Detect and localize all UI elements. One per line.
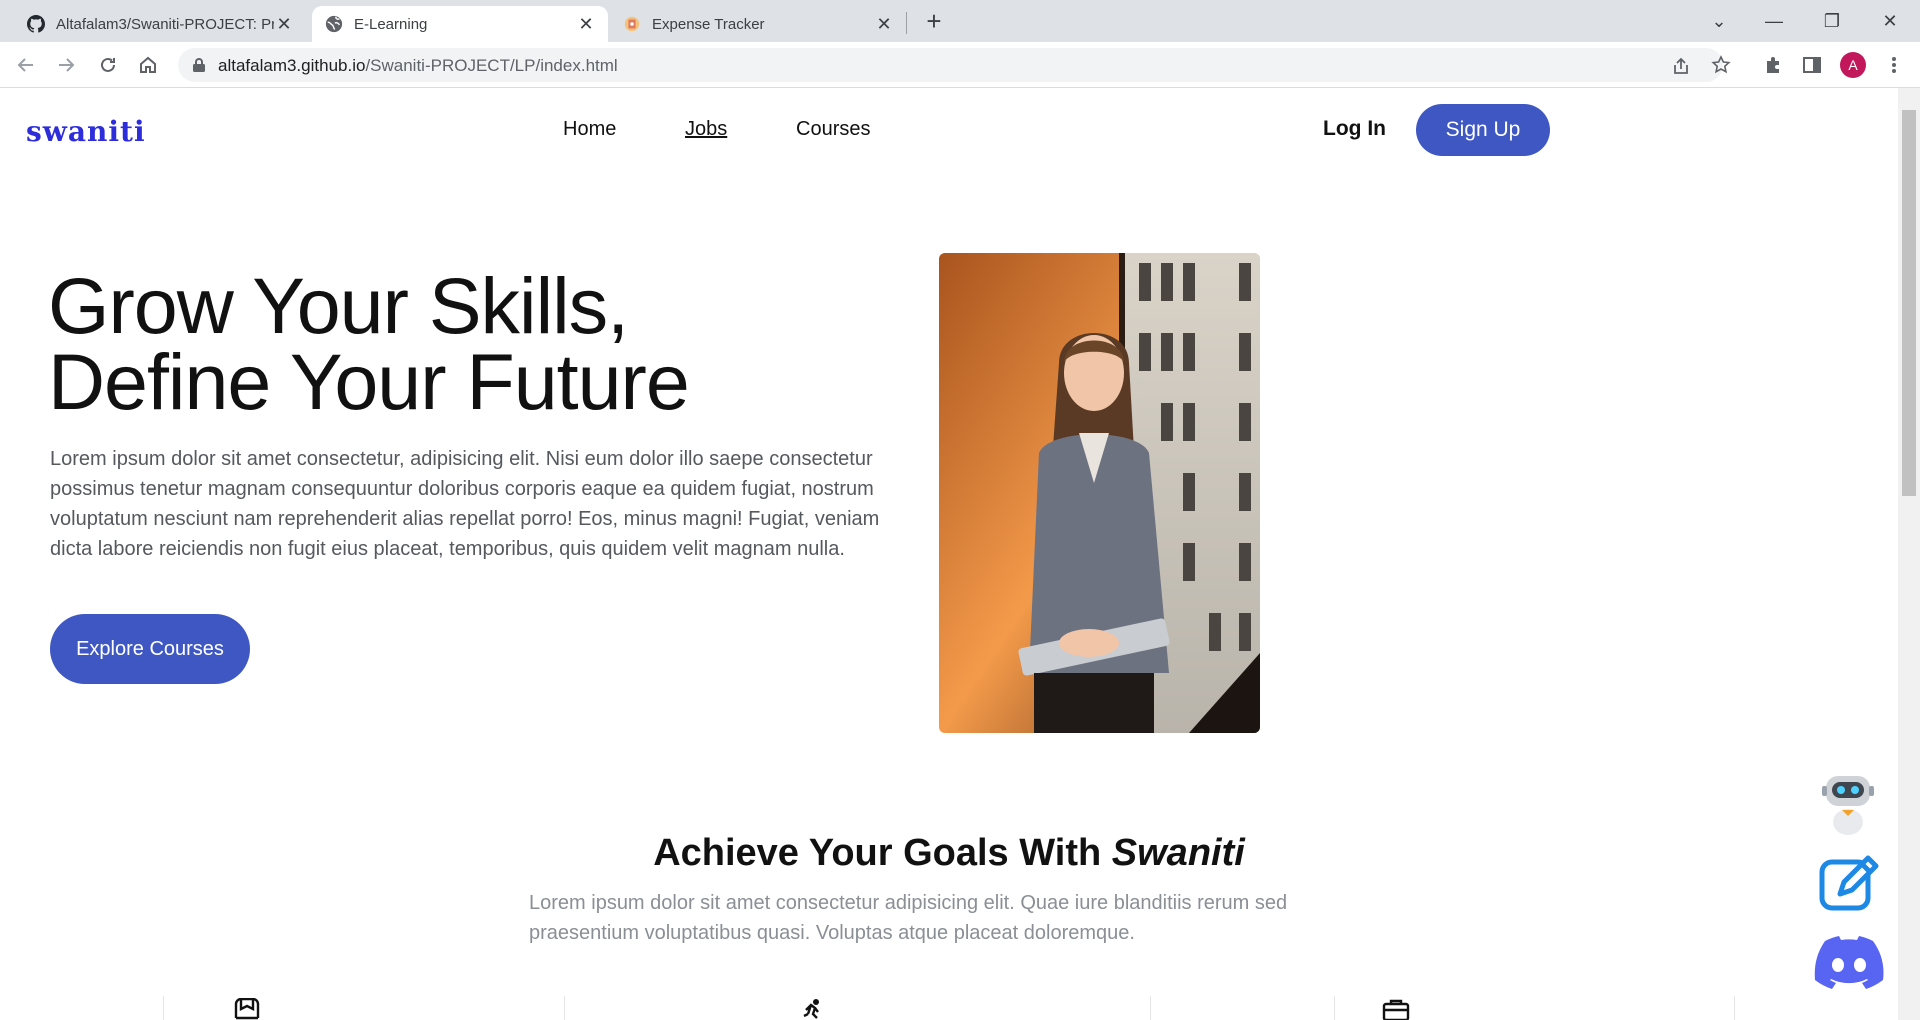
site-logo[interactable]: swaniti	[26, 115, 146, 148]
page-scrollbar[interactable]	[1898, 88, 1920, 1020]
book-icon	[234, 998, 260, 1020]
address-bar[interactable]: altafalam3.github.io/Swaniti-PROJECT/LP/…	[178, 48, 1731, 82]
goals-description: Lorem ipsum dolor sit amet consectetur a…	[529, 892, 1288, 944]
edit-note-button[interactable]	[1816, 852, 1880, 921]
discord-button[interactable]	[1814, 936, 1884, 995]
reload-icon	[101, 57, 115, 72]
hero-photo	[939, 253, 1260, 733]
back-arrow-icon	[17, 58, 33, 72]
goals-heading-brand: Swaniti	[1111, 832, 1245, 874]
feature-divider	[564, 996, 565, 1020]
edit-note-icon	[1819, 855, 1879, 911]
tab-search-icon[interactable]: ⌄	[1697, 6, 1741, 36]
url-host: altafalam3.github.io	[218, 56, 366, 75]
goals-heading-text: Achieve Your Goals With	[653, 832, 1112, 874]
home-button[interactable]	[134, 51, 162, 79]
github-icon	[26, 14, 46, 34]
forward-button[interactable]	[52, 51, 80, 79]
feature-divider	[1150, 996, 1151, 1020]
chrome-menu-button[interactable]	[1880, 51, 1908, 79]
side-panel-button[interactable]	[1798, 51, 1826, 79]
hero-title: Grow Your Skills, Define Your Future	[48, 266, 690, 421]
url-path: /Swaniti-PROJECT/LP/index.html	[365, 56, 618, 75]
nav-courses[interactable]: Courses	[796, 118, 870, 141]
kebab-menu-icon	[1892, 57, 1896, 73]
puzzle-icon	[1767, 57, 1779, 73]
hero-title-line2: Define Your Future	[48, 337, 690, 426]
tab-expense-tracker[interactable]: Expense Tracker ✕	[610, 6, 906, 42]
briefcase-icon	[1382, 999, 1410, 1020]
expense-app-icon	[622, 14, 642, 34]
reload-button[interactable]	[94, 51, 122, 79]
url-text[interactable]: altafalam3.github.io/Swaniti-PROJECT/LP/…	[218, 56, 618, 76]
globe-icon	[324, 14, 344, 34]
explore-courses-button[interactable]: Explore Courses	[50, 614, 250, 684]
nav-home[interactable]: Home	[563, 118, 616, 141]
close-tab-icon[interactable]: ✕	[874, 14, 894, 34]
close-window-button[interactable]: ✕	[1868, 6, 1912, 36]
tab-title: Expense Tracker	[652, 15, 765, 33]
feature-divider	[1334, 996, 1335, 1020]
tab-title: E-Learning	[354, 15, 428, 33]
chatbot-button[interactable]	[1820, 772, 1876, 841]
goals-heading: Achieve Your Goals With Swaniti	[0, 832, 1898, 875]
scrollbar-thumb[interactable]	[1902, 110, 1916, 496]
tab-separator	[906, 12, 907, 34]
new-tab-button[interactable]: +	[920, 8, 948, 36]
hero-description: Lorem ipsum dolor sit amet consectetur, …	[50, 448, 880, 560]
running-person-icon	[803, 999, 819, 1019]
browser-toolbar: altafalam3.github.io/Swaniti-PROJECT/LP/…	[0, 42, 1920, 88]
nav-jobs[interactable]: Jobs	[685, 118, 727, 141]
side-panel-icon	[1803, 57, 1821, 73]
close-tab-icon[interactable]: ✕	[274, 14, 294, 34]
share-icon[interactable]	[1671, 56, 1691, 76]
feature-divider	[163, 996, 164, 1020]
tab-github[interactable]: Altafalam3/Swaniti-PROJECT: Pro ✕	[14, 6, 306, 42]
bookmark-star-icon[interactable]	[1711, 55, 1731, 75]
discord-icon	[1814, 936, 1884, 989]
browser-tab-strip: Altafalam3/Swaniti-PROJECT: Pro ✕ E-Lear…	[0, 0, 1920, 42]
profile-avatar[interactable]: A	[1840, 52, 1866, 78]
forward-arrow-icon	[59, 58, 75, 72]
webpage: swaniti Home Jobs Courses Log In Sign Up…	[0, 88, 1898, 1020]
signup-button[interactable]: Sign Up	[1416, 104, 1550, 156]
lock-icon[interactable]	[192, 57, 206, 73]
extensions-button[interactable]	[1759, 51, 1787, 79]
woman-portrait-illustration	[939, 253, 1260, 733]
minimize-button[interactable]: —	[1752, 6, 1796, 36]
close-tab-icon[interactable]: ✕	[576, 14, 596, 34]
feature-divider	[1734, 996, 1735, 1020]
tab-e-learning[interactable]: E-Learning ✕	[312, 6, 608, 42]
home-icon	[140, 56, 156, 73]
back-button[interactable]	[12, 51, 40, 79]
restore-button[interactable]: ❐	[1810, 6, 1854, 36]
robot-chatbot-icon	[1822, 776, 1874, 835]
tab-title: Altafalam3/Swaniti-PROJECT: Pro	[56, 15, 274, 33]
login-link[interactable]: Log In	[1323, 117, 1386, 141]
